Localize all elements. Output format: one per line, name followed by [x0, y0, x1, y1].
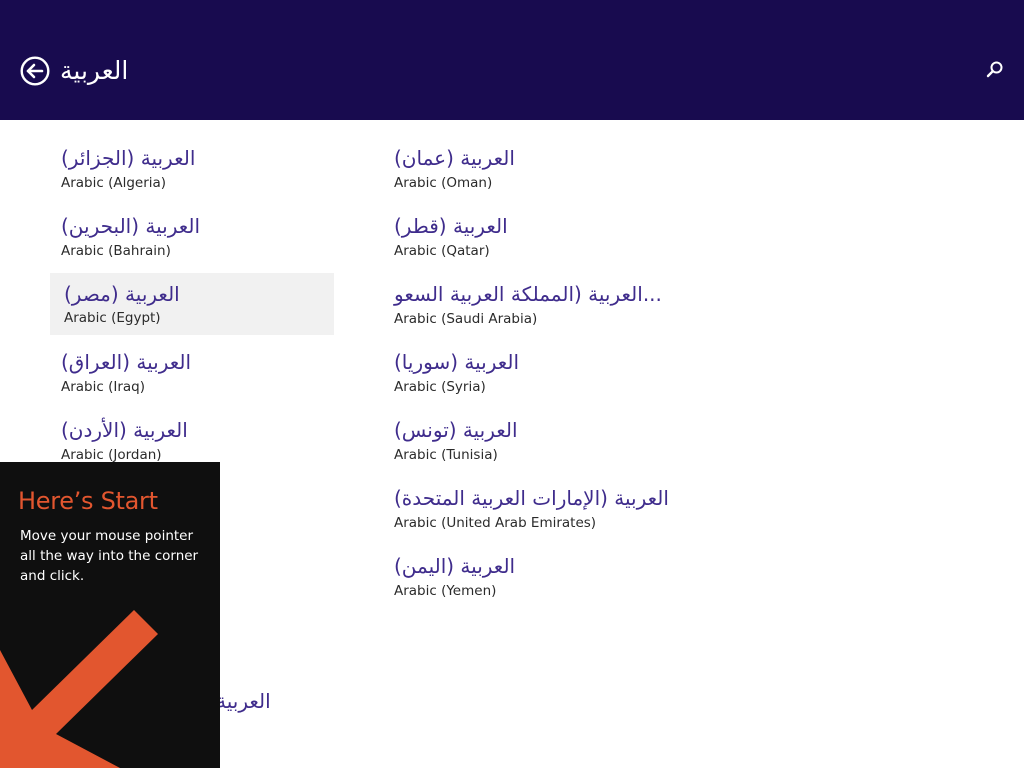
- language-item-algeria[interactable]: العربية (الجزائر) Arabic (Algeria): [50, 136, 334, 198]
- app-header: العربية: [0, 0, 1024, 120]
- tip-title: Here’s Start: [18, 487, 158, 515]
- language-native-name: العربية (الإمارات العربية المتحدة): [394, 486, 669, 510]
- language-english-name: Arabic (Oman): [394, 175, 493, 191]
- page-title: العربية: [60, 56, 129, 85]
- language-english-name: Arabic (Algeria): [61, 175, 167, 191]
- language-english-name: Arabic (Tunisia): [394, 447, 498, 463]
- language-item-iraq[interactable]: العربية (العراق) Arabic (Iraq): [50, 340, 334, 402]
- language-native-name: العربية (المملكة العربية السعو...: [394, 282, 662, 306]
- language-native-name: العربية (العراق): [61, 350, 192, 374]
- arrow-down-left-icon: [0, 610, 158, 768]
- language-english-name: Arabic (Yemen): [394, 583, 497, 599]
- language-item-syria[interactable]: العربية (سوريا) Arabic (Syria): [383, 340, 667, 402]
- language-native-name: العربية (البحرين): [61, 214, 201, 238]
- language-item-bahrain[interactable]: العربية (البحرين) Arabic (Bahrain): [50, 204, 334, 266]
- language-english-name: Arabic (Qatar): [394, 243, 490, 259]
- language-native-name: العربية (مصر): [64, 282, 180, 306]
- language-item-tunisia[interactable]: العربية (تونس) Arabic (Tunisia): [383, 408, 667, 470]
- language-native-name: العربية (قطر): [394, 214, 508, 238]
- search-icon[interactable]: [985, 60, 1005, 80]
- language-item-qatar[interactable]: العربية (قطر) Arabic (Qatar): [383, 204, 667, 266]
- language-native-name: العربية: [216, 689, 271, 713]
- language-english-name: Arabic (Iraq): [61, 379, 145, 395]
- tip-text: Move your mouse pointer all the way into…: [20, 528, 199, 584]
- language-native-name: العربية (الأردن): [61, 418, 188, 442]
- language-native-name: العربية (اليمن): [394, 554, 516, 578]
- language-english-name: Arabic (Egypt): [64, 310, 161, 326]
- back-arrow-icon[interactable]: [20, 56, 50, 86]
- language-native-name: العربية (عمان): [394, 146, 515, 170]
- language-english-name: Arabic (Saudi Arabia): [394, 311, 538, 327]
- language-english-name: Arabic (Bahrain): [61, 243, 171, 259]
- language-item-jordan[interactable]: العربية (الأردن) Arabic (Jordan): [50, 408, 334, 470]
- language-item-saudi-arabia[interactable]: العربية (المملكة العربية السعو... Arabic…: [383, 272, 667, 334]
- start-tip-panel: Here’s Start Move your mouse pointer all…: [0, 462, 220, 768]
- language-english-name: Arabic (Syria): [394, 379, 486, 395]
- language-item-oman[interactable]: العربية (عمان) Arabic (Oman): [383, 136, 667, 198]
- language-item-egypt[interactable]: العربية (مصر) Arabic (Egypt): [50, 273, 334, 335]
- language-native-name: العربية (تونس): [394, 418, 518, 442]
- language-item-uae[interactable]: العربية (الإمارات العربية المتحدة) Arabi…: [383, 476, 669, 538]
- language-native-name: العربية (الجزائر): [61, 146, 196, 170]
- language-native-name: العربية (سوريا): [394, 350, 520, 374]
- language-english-name: Arabic (United Arab Emirates): [394, 515, 597, 531]
- language-item-yemen[interactable]: العربية (اليمن) Arabic (Yemen): [383, 544, 667, 606]
